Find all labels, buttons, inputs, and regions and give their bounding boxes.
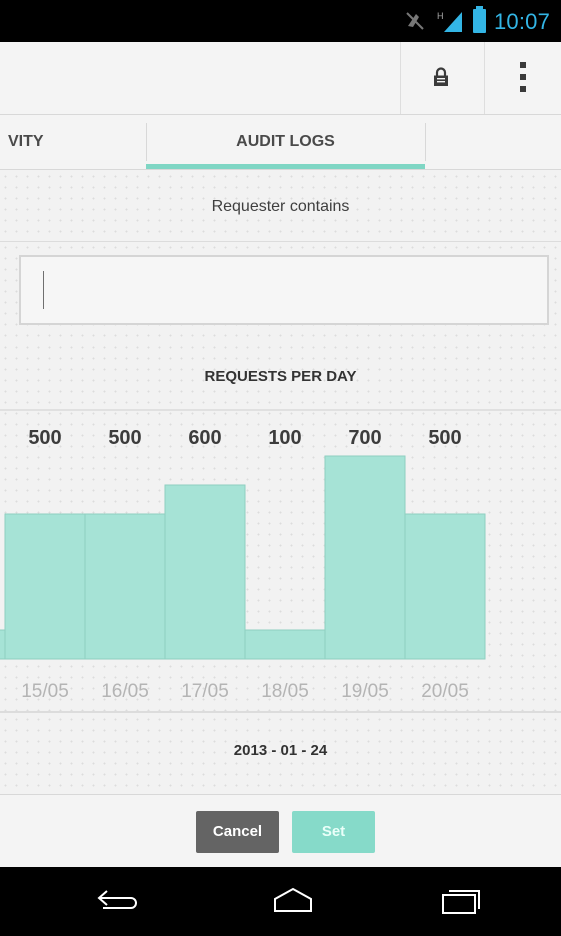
requester-search-input[interactable]	[19, 255, 549, 325]
bar-value-label: 500	[28, 427, 61, 449]
status-time: 10:07	[494, 9, 551, 34]
tab-audit-logs[interactable]: AUDIT LOGS	[146, 115, 425, 169]
navigation-bar	[0, 867, 561, 936]
x-tick-label: 17/05	[181, 681, 229, 702]
bar-19-05	[324, 455, 406, 660]
text-caret	[43, 271, 44, 309]
bar-value-label: 500	[428, 427, 461, 449]
tab-activity[interactable]: VITY	[0, 115, 146, 169]
status-bar: H 10:07	[0, 0, 561, 42]
bar-20-05	[404, 513, 486, 660]
date-area: 2013 - 01 - 24	[0, 714, 561, 795]
selected-date[interactable]: 2013 - 01 - 24	[0, 742, 561, 759]
svg-text:H: H	[437, 11, 444, 21]
bar-14-05	[0, 629, 6, 660]
action-bar	[0, 42, 561, 115]
chart-title: REQUESTS PER DAY	[204, 368, 357, 385]
bar-value-label: 700	[348, 427, 381, 449]
filter-label: Requester contains	[211, 198, 350, 215]
tab-selected-indicator	[146, 164, 425, 169]
x-tick-label: 19/05	[341, 681, 389, 702]
button-bar: Cancel Set	[0, 795, 561, 867]
bar-value-label: 100	[268, 427, 301, 449]
mute-icon	[406, 12, 424, 30]
bar-value-label: 600	[188, 427, 221, 449]
bar-15-05	[4, 513, 86, 660]
recents-icon	[442, 890, 480, 914]
x-tick-label: 16/05	[101, 681, 149, 702]
x-tick-label: 15/05	[21, 681, 69, 702]
signal-icon: H	[437, 11, 462, 32]
bar-17-05	[164, 484, 246, 660]
requests-chart: REQUESTS PER DAY 10014/0550015/0550016/0…	[0, 342, 561, 713]
lock-icon	[434, 67, 448, 86]
home-button[interactable]	[247, 867, 327, 936]
overflow-menu-icon	[520, 62, 526, 92]
overflow-menu-button[interactable]	[485, 42, 561, 114]
x-tick-label: 18/05	[261, 681, 309, 702]
back-button[interactable]	[75, 867, 155, 936]
search-area	[0, 242, 561, 342]
recents-button[interactable]	[419, 867, 499, 936]
cancel-button[interactable]: Cancel	[196, 811, 279, 853]
set-button[interactable]: Set	[292, 811, 375, 853]
bar-18-05	[244, 629, 326, 660]
bar-value-label: 500	[108, 427, 141, 449]
home-icon	[274, 887, 312, 912]
x-tick-label: 20/05	[421, 681, 469, 702]
tab-audit-logs-label: AUDIT LOGS	[236, 133, 335, 150]
bar-16-05	[84, 513, 166, 660]
filter-label-row: Requester contains	[0, 171, 561, 242]
back-icon	[97, 890, 137, 909]
tab-bar: VITY AUDIT LOGS	[0, 115, 561, 170]
battery-icon	[473, 6, 486, 33]
lock-button[interactable]	[401, 42, 484, 114]
chart-svg: 10014/0550015/0550016/0560017/0510018/05…	[0, 427, 486, 702]
